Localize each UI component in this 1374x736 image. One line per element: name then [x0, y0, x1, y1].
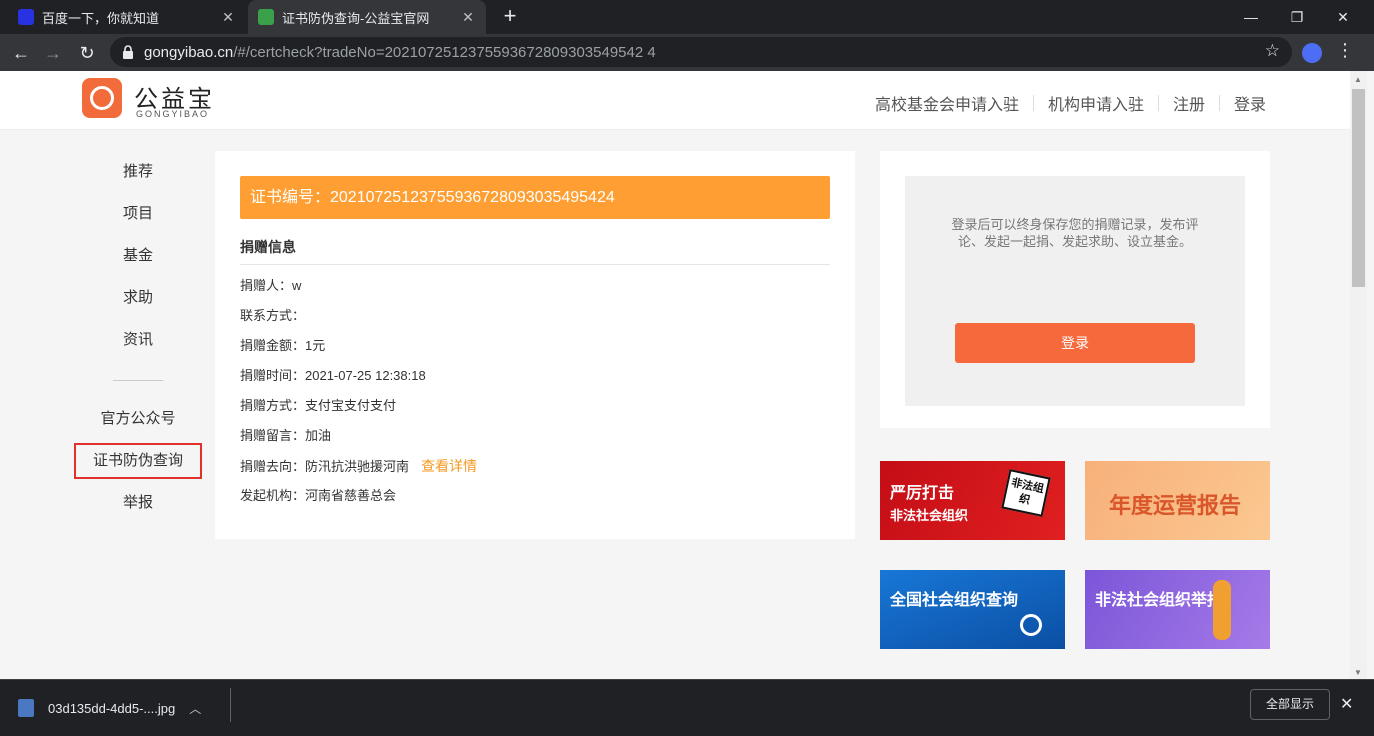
download-bar: 03d135dd-4dd5-....jpg ︿ 全部显示 ✕ [0, 679, 1374, 736]
sidebar-divider [113, 380, 163, 381]
site-header: 公益宝 GONGYIBAO 高校基金会申请入驻 机构申请入驻 注册 登录 [0, 71, 1350, 130]
info-method: 捐赠方式：支付宝支付支付 [240, 398, 397, 413]
page-viewport: 公益宝 GONGYIBAO 高校基金会申请入驻 机构申请入驻 注册 登录 推荐 … [0, 71, 1374, 679]
browser-toolbar: ← → ↻ gongyibao.cn/#/certcheck?tradeNo=2… [0, 34, 1374, 71]
info-destination-row: 捐赠去向：防汛抗洪驰援河南 查看详情 [240, 451, 830, 481]
scroll-up-icon[interactable]: ▲ [1354, 75, 1362, 84]
nav-login[interactable]: 登录 [1234, 91, 1266, 115]
page-scrollbar[interactable]: ▲ ▼ [1350, 71, 1367, 679]
sidebar: 推荐 项目 基金 求助 资讯 官方公众号 证书防伪查询 举报 [74, 151, 202, 524]
banner-org-search[interactable]: 全国社会组织查询 [880, 570, 1065, 649]
close-icon[interactable]: ✕ [1340, 694, 1353, 714]
extension-icon[interactable] [1302, 43, 1322, 63]
tab-title: 百度一下，你就知道 [42, 10, 160, 26]
new-tab-button[interactable]: + [498, 5, 522, 29]
url-path: /#/certcheck?tradeNo=2021072512375593672… [233, 43, 656, 61]
info-destination: 捐赠去向：防汛抗洪驰援河南 [240, 459, 410, 474]
lock-icon [122, 45, 134, 59]
top-nav: 高校基金会申请入驻 机构申请入驻 注册 登录 [875, 91, 1266, 115]
view-details-link[interactable]: 查看详情 [421, 458, 477, 474]
address-bar[interactable]: gongyibao.cn/#/certcheck?tradeNo=2021072… [110, 37, 1292, 67]
divider [1157, 95, 1159, 111]
info-time: 捐赠时间：2021-07-25 12:38:18 [240, 368, 426, 383]
sidebar-item-report[interactable]: 举报 [74, 482, 202, 524]
donation-info-list: 捐赠人：w 联系方式： 捐赠金额：1元 捐赠时间：2021-07-25 12:3… [240, 271, 830, 511]
banner-title: 年度运营报告 [1109, 493, 1242, 518]
banner-badge: 非法组织 [1001, 469, 1051, 517]
baidu-icon [18, 9, 34, 25]
restore-button[interactable]: ❐ [1274, 0, 1320, 34]
banner-subtitle: 非法社会组织 [890, 508, 969, 523]
sidebar-item-help[interactable]: 求助 [74, 277, 202, 319]
info-contact: 联系方式： [240, 308, 306, 323]
person-icon [1213, 580, 1231, 640]
download-item[interactable]: 03d135dd-4dd5-....jpg ︿ [18, 694, 201, 722]
forward-icon[interactable]: → [40, 40, 66, 66]
banner-crackdown[interactable]: 严厉打击 非法社会组织 非法组织 [880, 461, 1065, 540]
scroll-down-icon[interactable]: ▼ [1354, 668, 1362, 677]
back-icon[interactable]: ← [8, 40, 34, 66]
divider [230, 688, 231, 722]
url-host: gongyibao.cn [144, 43, 234, 61]
minimize-button[interactable]: — [1228, 0, 1274, 34]
logo-subtitle: GONGYIBAO [136, 109, 210, 119]
reload-icon[interactable]: ↻ [74, 40, 100, 66]
close-icon[interactable]: ✕ [460, 9, 476, 25]
chevron-up-icon[interactable]: ︿ [189, 700, 201, 717]
login-panel: 登录后可以终身保存您的捐赠记录，发布评论、发起一起捐、发起求助、设立基金。 登录 [905, 176, 1245, 406]
sidebar-item-cert-check[interactable]: 证书防伪查询 [74, 443, 202, 479]
close-icon[interactable]: ✕ [220, 9, 236, 25]
download-filename: 03d135dd-4dd5-....jpg [48, 700, 176, 716]
tab-title: 证书防伪查询-公益宝官网 [282, 10, 430, 26]
sidebar-item-projects[interactable]: 项目 [74, 193, 202, 235]
gongyibao-icon [258, 9, 274, 25]
info-message: 捐赠留言：加油 [240, 428, 332, 443]
tab-certcheck[interactable]: 证书防伪查询-公益宝官网 ✕ [248, 0, 486, 34]
login-prompt: 登录后可以终身保存您的捐赠记录，发布评论、发起一起捐、发起求助、设立基金。 [951, 217, 1199, 249]
banner-title: 严厉打击 [890, 485, 955, 502]
tab-baidu[interactable]: 百度一下，你就知道 ✕ [8, 0, 246, 34]
sidebar-item-funds[interactable]: 基金 [74, 235, 202, 277]
divider [1032, 95, 1034, 111]
section-title: 捐赠信息 [240, 237, 830, 265]
banner-annual-report[interactable]: 年度运营报告 [1085, 461, 1270, 540]
info-donor: 捐赠人：w [240, 278, 302, 293]
certificate-number: 证书编号：20210725123755936728093035495424 [240, 176, 830, 219]
window-close-button[interactable]: ✕ [1320, 0, 1366, 34]
jpg-file-icon [18, 699, 34, 717]
magnifier-icon [1020, 614, 1042, 636]
nav-org-apply[interactable]: 机构申请入驻 [1048, 91, 1144, 115]
tab-bar: 百度一下，你就知道 ✕ 证书防伪查询-公益宝官网 ✕ + — ❐ ✕ [0, 0, 1374, 34]
banner-title: 非法社会组织举报 [1095, 592, 1224, 609]
info-amount: 捐赠金额：1元 [240, 338, 326, 353]
show-all-button[interactable]: 全部显示 [1250, 689, 1330, 720]
login-button[interactable]: 登录 [955, 323, 1195, 363]
nav-register[interactable]: 注册 [1173, 91, 1205, 115]
menu-icon[interactable]: ⋮ [1336, 40, 1354, 61]
nav-university-apply[interactable]: 高校基金会申请入驻 [875, 91, 1019, 115]
divider [1218, 95, 1220, 111]
banner-illegal-report[interactable]: 非法社会组织举报 [1085, 570, 1270, 649]
sidebar-item-news[interactable]: 资讯 [74, 319, 202, 361]
info-organization: 发起机构：河南省慈善总会 [240, 488, 397, 503]
logo-icon[interactable] [82, 78, 122, 118]
star-icon[interactable]: ☆ [1265, 41, 1280, 61]
certificate-card: 证书编号：20210725123755936728093035495424 捐赠… [215, 151, 855, 539]
sidebar-item-recommend[interactable]: 推荐 [74, 151, 202, 193]
banner-title: 全国社会组织查询 [890, 592, 1019, 609]
scrollbar-thumb[interactable] [1352, 89, 1365, 287]
sidebar-item-official-account[interactable]: 官方公众号 [74, 398, 202, 440]
login-card: 登录后可以终身保存您的捐赠记录，发布评论、发起一起捐、发起求助、设立基金。 登录 [880, 151, 1270, 428]
